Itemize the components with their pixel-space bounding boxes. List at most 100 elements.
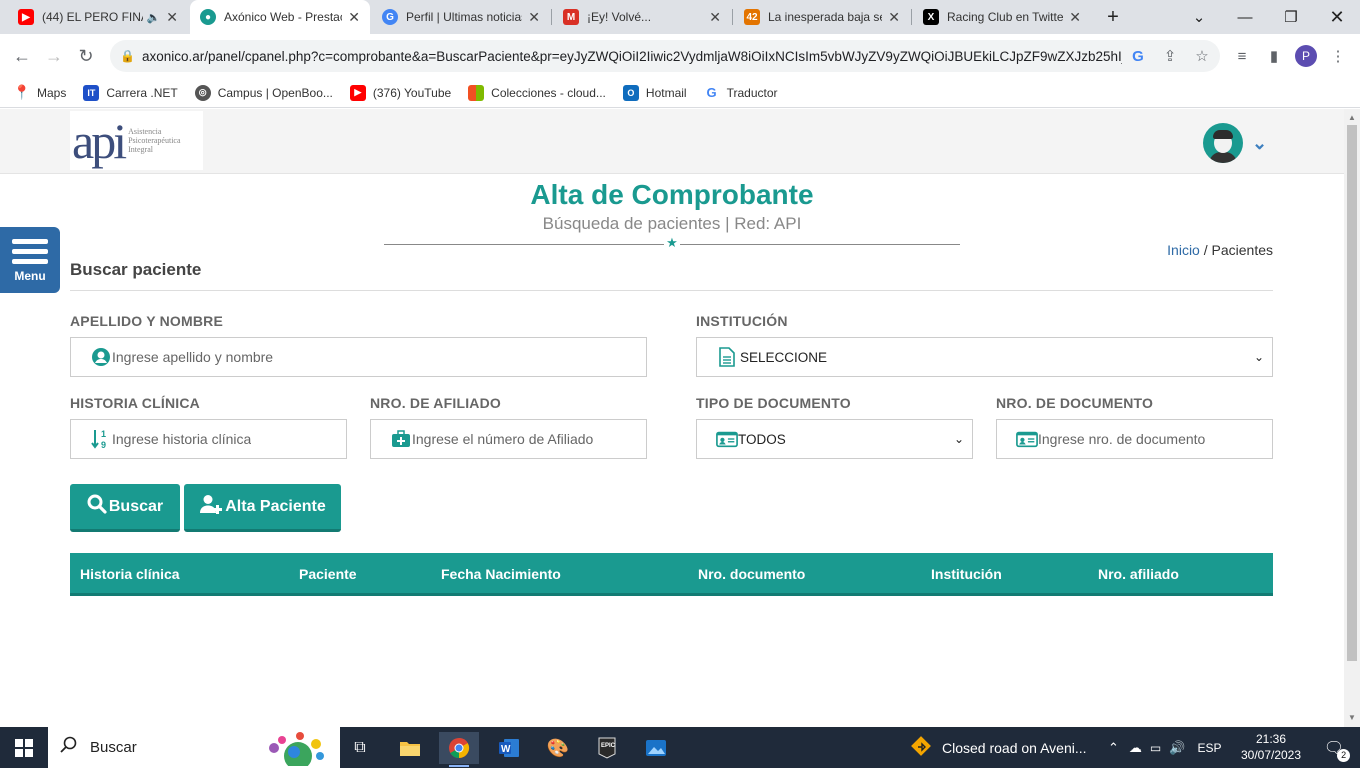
notification-badge: 2 <box>1337 748 1351 762</box>
bookmark-campus[interactable]: ◎ Campus | OpenBoo... <box>194 84 333 101</box>
chevron-down-icon[interactable]: ⌄ <box>1252 133 1267 154</box>
nombre-input[interactable]: Ingrese apellido y nombre <box>70 337 647 377</box>
network-icon[interactable]: ▭ <box>1150 741 1161 755</box>
system-tray: ⌃ ☁ ▭ 🔊 ESP <box>1108 727 1221 768</box>
breadcrumb-home[interactable]: Inicio <box>1167 242 1200 258</box>
back-arrow-icon[interactable]: ← <box>8 42 36 70</box>
close-tab-icon[interactable]: ✕ <box>709 9 721 26</box>
file-explorer-icon[interactable] <box>390 732 430 764</box>
th-nro-afiliado[interactable]: Nro. afiliado <box>1098 566 1179 582</box>
close-tab-icon[interactable]: ✕ <box>348 9 360 26</box>
address-bar[interactable]: 🔒 axonico.ar/panel/cpanel.php?c=comproba… <box>110 40 1220 72</box>
afiliado-input[interactable]: Ingrese el número de Afiliado <box>370 419 647 459</box>
menu-button[interactable]: Menu <box>0 227 60 293</box>
scroll-down-icon[interactable]: ▼ <box>1348 713 1356 722</box>
speaker-icon[interactable]: 🔈 <box>147 11 161 24</box>
scroll-up-icon[interactable]: ▲ <box>1348 113 1356 122</box>
bookmark-maps[interactable]: 📍 Maps <box>13 84 67 101</box>
epic-games-icon[interactable]: EPIC <box>587 732 627 764</box>
menu-label: Menu <box>14 269 46 283</box>
tab-perfil[interactable]: G Perfil | Ultimas noticias ✕ <box>372 0 550 34</box>
bookmark-youtube[interactable]: ▶ (376) YouTube <box>349 84 451 101</box>
tipo-doc-value: TODOS <box>738 431 786 447</box>
close-tab-icon[interactable]: ✕ <box>888 9 900 26</box>
paint-icon[interactable]: 🎨 <box>538 732 578 764</box>
weather-notification[interactable]: Closed road on Aveni... <box>910 727 1087 768</box>
reload-icon[interactable]: ↻ <box>72 42 100 70</box>
svg-text:1: 1 <box>101 429 106 439</box>
notification-center[interactable]: 🗨 2 <box>1314 727 1354 768</box>
word-icon[interactable]: W <box>489 732 529 764</box>
close-tab-icon[interactable]: ✕ <box>1069 9 1081 26</box>
tab-twitter[interactable]: X Racing Club en Twitter ✕ <box>913 0 1091 34</box>
google-lens-icon[interactable]: G <box>1122 48 1154 65</box>
th-nro-documento[interactable]: Nro. documento <box>698 566 805 582</box>
scrollbar-thumb[interactable] <box>1347 125 1357 661</box>
th-fecha-nacimiento[interactable]: Fecha Nacimiento <box>441 566 561 582</box>
volume-icon[interactable]: 🔊 <box>1169 740 1185 756</box>
forward-arrow-icon[interactable]: → <box>40 42 68 70</box>
share-icon[interactable]: ⇪ <box>1154 47 1186 65</box>
url-text[interactable]: axonico.ar/panel/cpanel.php?c=comprobant… <box>142 49 1122 64</box>
profile-avatar[interactable]: P <box>1294 44 1318 68</box>
historia-input[interactable]: 19 Ingrese historia clínica <box>70 419 347 459</box>
buscar-label: Buscar <box>108 497 164 515</box>
tab-news[interactable]: 42 La inesperada baja se... ✕ <box>734 0 910 34</box>
browser-menu-icon[interactable]: ⋮ <box>1326 44 1350 68</box>
chat-bubble-icon: 🗨 2 <box>1324 738 1351 762</box>
institucion-select[interactable]: SELECCIONE ⌄ <box>696 337 1273 377</box>
bookmark-star-icon[interactable]: ☆ <box>1186 47 1218 65</box>
th-institucion[interactable]: Institución <box>931 566 1002 582</box>
task-view-icon[interactable]: ⧉ <box>340 732 380 764</box>
buscar-button[interactable]: Buscar <box>70 484 180 532</box>
onedrive-cloud-icon[interactable]: ☁ <box>1129 740 1142 756</box>
tab-axonico[interactable]: ● Axónico Web - Prestac... ✕ <box>190 0 370 34</box>
breadcrumb-separator: / <box>1203 242 1208 258</box>
tipo-doc-label: TIPO DE DOCUMENTO <box>696 395 851 411</box>
chrome-icon[interactable] <box>439 732 479 767</box>
language-indicator[interactable]: ESP <box>1197 741 1221 755</box>
google-icon: G <box>382 9 398 25</box>
side-panel-icon[interactable]: ▮ <box>1262 44 1286 68</box>
chevron-up-icon[interactable]: ⌃ <box>1108 740 1119 756</box>
lock-icon[interactable]: 🔒 <box>120 49 140 63</box>
restore-button[interactable]: ❐ <box>1268 0 1314 34</box>
user-avatar[interactable] <box>1203 123 1243 163</box>
alta-paciente-button[interactable]: Alta Paciente <box>184 484 341 532</box>
th-paciente[interactable]: Paciente <box>299 566 357 582</box>
page-content: api Asistencia Psicoterapéutica Integral… <box>0 109 1344 727</box>
taskbar-search[interactable]: Buscar <box>48 727 340 768</box>
notification-text: Closed road on Aveni... <box>942 739 1087 756</box>
logo-sub-line: Asistencia <box>128 127 162 136</box>
close-window-button[interactable]: ✕ <box>1314 0 1360 34</box>
clock[interactable]: 21:36 30/07/2023 <box>1236 731 1306 763</box>
photos-icon[interactable] <box>636 732 676 764</box>
minimize-button[interactable]: — <box>1222 0 1268 34</box>
id-card-icon <box>1016 429 1038 449</box>
bookmark-label: Maps <box>37 85 67 100</box>
bookmark-carrera-net[interactable]: IT Carrera .NET <box>83 84 178 101</box>
bookmark-label: Colecciones - cloud... <box>491 85 606 100</box>
browser-toolbar: ← → ↻ 🔒 axonico.ar/panel/cpanel.php?c=co… <box>0 34 1360 78</box>
api-logo[interactable]: api Asistencia Psicoterapéutica Integral <box>70 111 203 170</box>
close-tab-icon[interactable]: ✕ <box>166 9 178 26</box>
new-tab-button[interactable]: + <box>1090 0 1136 34</box>
tipo-doc-select[interactable]: TODOS ⌄ <box>696 419 973 459</box>
tab-youtube[interactable]: ▶ (44) EL PERO FINAL... 🔈 ✕ <box>8 0 188 34</box>
page-scrollbar[interactable]: ▲ ▼ <box>1344 109 1360 727</box>
tab-gmail[interactable]: M ¡Ey! Volvé... ✕ <box>553 0 731 34</box>
start-button[interactable] <box>0 727 48 768</box>
th-historia[interactable]: Historia clínica <box>80 566 180 582</box>
search-label: Buscar <box>90 739 137 756</box>
nombre-placeholder: Ingrese apellido y nombre <box>112 349 274 365</box>
tab-search-chevron-icon[interactable]: ⌄ <box>1176 0 1222 34</box>
close-tab-icon[interactable]: ✕ <box>528 9 540 26</box>
nro-doc-input[interactable]: Ingrese nro. de documento <box>996 419 1273 459</box>
reading-list-icon[interactable]: ≡ <box>1230 44 1254 68</box>
bookmark-colecciones[interactable]: Colecciones - cloud... <box>468 84 606 101</box>
bookmark-hotmail[interactable]: O Hotmail <box>622 84 687 101</box>
tab-title: Perfil | Ultimas noticias <box>406 10 523 24</box>
search-icon <box>87 494 107 519</box>
afiliado-placeholder: Ingrese el número de Afiliado <box>412 431 594 447</box>
bookmark-traductor[interactable]: G Traductor <box>704 85 778 101</box>
